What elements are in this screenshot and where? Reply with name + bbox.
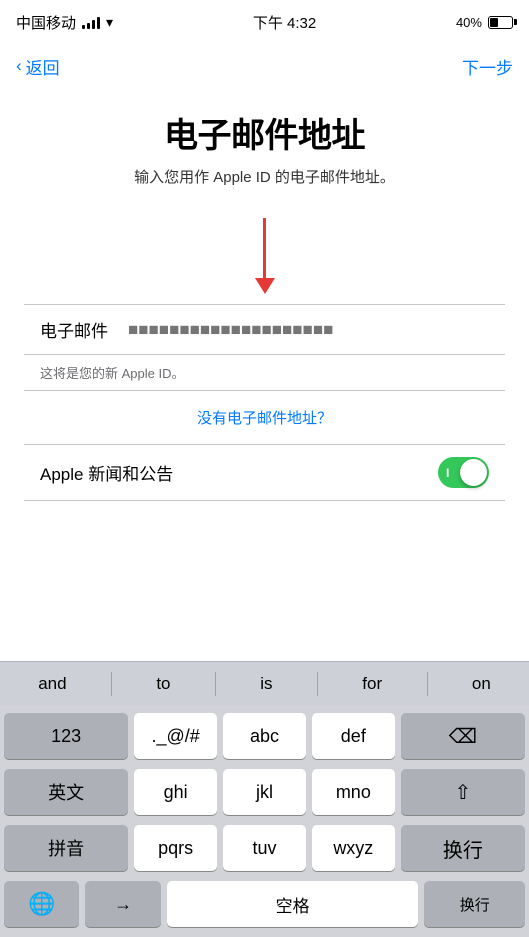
key-def[interactable]: def [312,713,395,759]
key-abc[interactable]: abc [223,713,306,759]
next-button[interactable]: 下一步 [462,54,513,79]
main-content: 电子邮件地址 输入您用作 Apple ID 的电子邮件地址。 电子邮件 这将是您… [0,88,529,501]
battery-percentage: 40% [456,15,482,30]
back-label: 返回 [26,54,60,79]
key-row-1: 123 ._@/# abc def ⌫ [4,713,525,759]
chevron-left-icon: ‹ [16,56,22,76]
key-wxyz[interactable]: wxyz [312,825,395,871]
back-button[interactable]: ‹ 返回 [16,54,60,79]
keyboard-area: and to is for on 123 ._@/# abc def ⌫ 英文 … [0,661,529,937]
autocomplete-and[interactable]: and [22,668,82,700]
key-ghi[interactable]: ghi [134,769,217,815]
autocomplete-to[interactable]: to [140,668,186,700]
divider-4 [427,672,428,696]
toggle-label: Apple 新闻和公告 [40,460,173,485]
email-label: 电子邮件 [40,317,120,342]
divider-2 [215,672,216,696]
key-row-2: 英文 ghi jkl mno ⇧ [4,769,525,815]
key-globe[interactable]: 🌐 [4,881,79,927]
key-pqrs[interactable]: pqrs [134,825,217,871]
autocomplete-bar: and to is for on [0,661,529,705]
key-row-bottom: 🌐 → 空格 换行 [4,881,525,927]
arrow-head [255,278,275,294]
autocomplete-for[interactable]: for [346,668,398,700]
status-left: 中国移动 ▾ [16,12,113,33]
email-row: 电子邮件 [24,305,505,354]
key-space[interactable]: 空格 [167,881,419,927]
keyboard-rows: 123 ._@/# abc def ⌫ 英文 ghi jkl mno ⇧ 拼音 … [0,705,529,937]
signal-bar-2 [87,23,90,29]
key-english[interactable]: 英文 [4,769,128,815]
status-time: 下午 4:32 [253,12,316,33]
page-subtitle: 输入您用作 Apple ID 的电子邮件地址。 [24,167,505,188]
key-row-3: 拼音 pqrs tuv wxyz 换行 [4,825,525,871]
no-email-link[interactable]: 没有电子邮件地址？ [197,410,332,427]
no-email-section: 没有电子邮件地址？ [24,407,505,428]
key-jkl[interactable]: jkl [223,769,306,815]
key-123[interactable]: 123 [4,713,128,759]
status-bar: 中国移动 ▾ 下午 4:32 40% [0,0,529,44]
email-input[interactable] [120,320,489,340]
signal-bar-3 [92,20,95,29]
nav-bar: ‹ 返回 下一步 [0,44,529,88]
key-tuv[interactable]: tuv [223,825,306,871]
toggle-on-text: I [446,466,449,480]
autocomplete-is[interactable]: is [244,668,288,700]
key-arrow[interactable]: → [85,881,160,927]
toggle-row: Apple 新闻和公告 I [24,445,505,500]
key-mno[interactable]: mno [312,769,395,815]
form-section: 电子邮件 这将是您的新 Apple ID。 [24,304,505,391]
signal-bar-1 [82,25,85,29]
key-return[interactable]: 换行 [424,881,525,927]
form-hint: 这将是您的新 Apple ID。 [24,354,505,390]
toggle-switch[interactable]: I [438,457,489,488]
signal-bars [82,15,100,29]
toggle-section: Apple 新闻和公告 I [24,444,505,501]
toggle-knob [460,459,487,486]
divider-1 [111,672,112,696]
divider-3 [317,672,318,696]
status-right: 40% [456,15,513,30]
arrow-line [263,218,266,278]
battery-icon [488,16,513,29]
key-symbols[interactable]: ._@/# [134,713,217,759]
arrow-indicator [24,218,505,294]
key-pinyin[interactable]: 拼音 [4,825,128,871]
autocomplete-on[interactable]: on [456,668,507,700]
carrier-text: 中国移动 [16,12,76,33]
page-title: 电子邮件地址 [24,108,505,157]
key-shift[interactable]: ⇧ [401,769,525,815]
key-backspace[interactable]: ⌫ [401,713,525,759]
wifi-icon: ▾ [106,14,113,31]
battery-fill [490,18,498,27]
key-enter-right[interactable]: 换行 [401,825,525,871]
signal-bar-4 [97,17,100,29]
